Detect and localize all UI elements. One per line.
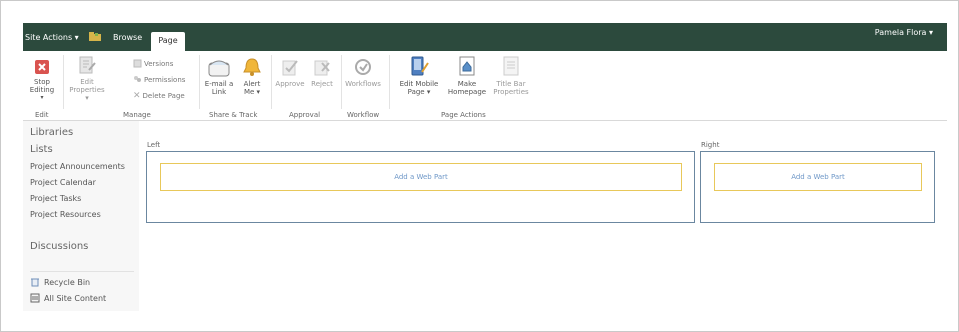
user-menu[interactable]: Pamela Flora ▾ [875, 28, 933, 37]
group-label-manage: Manage [123, 111, 151, 119]
edit-mobile-page-label-2: Page ▾ [407, 88, 431, 96]
permissions-icon [134, 76, 141, 82]
stop-editing-button[interactable]: Stop Editing ▾ [23, 59, 61, 102]
nav-discussions[interactable]: Discussions [30, 241, 88, 252]
edit-properties-button[interactable]: Edit Properties ▾ [67, 55, 107, 102]
add-web-part-right[interactable]: Add a Web Part [714, 163, 922, 191]
edit-mobile-page-button[interactable]: Edit Mobile Page ▾ [397, 55, 441, 96]
title-bar-properties-icon [503, 56, 519, 76]
alert-me-label-2: Me ▾ [243, 88, 261, 96]
workflows-icon [355, 59, 371, 75]
nav-item-project-resources[interactable]: Project Resources [30, 210, 101, 219]
make-homepage-icon [459, 56, 475, 76]
zone-left: Add a Web Part [146, 151, 695, 223]
nav-item-project-announcements[interactable]: Project Announcements [30, 162, 125, 171]
quick-launch: Libraries Lists Project Announcements Pr… [23, 121, 139, 311]
stop-editing-icon [35, 60, 49, 74]
tab-page[interactable]: Page [151, 32, 185, 51]
nav-item-project-tasks[interactable]: Project Tasks [30, 194, 81, 203]
group-label-share-track: Share & Track [209, 111, 258, 119]
navigate-up-icon[interactable] [89, 32, 101, 41]
versions-label: Versions [144, 59, 174, 68]
group-label-workflow: Workflow [347, 111, 380, 119]
ribbon-separator [341, 55, 342, 109]
permissions-label: Permissions [144, 75, 186, 84]
ribbon-separator [389, 55, 390, 109]
make-homepage-button[interactable]: Make Homepage [447, 55, 487, 96]
delete-page-button[interactable]: ✕ Delete Page [133, 91, 185, 101]
workflows-label: Workflows [345, 80, 381, 88]
make-homepage-label-1: Make [457, 80, 477, 88]
alert-me-button[interactable]: Alert Me ▾ [239, 57, 265, 96]
page-frame: Site Actions ▾ Browse Page Pamela Flora … [0, 0, 959, 332]
all-site-content-icon [30, 293, 40, 303]
email-link-label-2: Link [211, 88, 227, 96]
approve-label: Approve [275, 80, 305, 88]
edit-properties-icon [79, 56, 96, 74]
zone-left-label: Left [147, 141, 161, 149]
nav-divider [30, 271, 134, 272]
edit-mobile-page-icon [411, 56, 429, 76]
site-actions-menu[interactable]: Site Actions ▾ [25, 33, 79, 42]
ribbon: Stop Editing ▾ Edit Properties ▾ Version… [23, 51, 947, 121]
email-icon [208, 60, 230, 77]
title-bar-properties-label-1: Title Bar [496, 80, 526, 88]
versions-icon [133, 59, 142, 68]
nav-all-site-content[interactable]: All Site Content [30, 293, 106, 303]
approve-button[interactable]: Approve [275, 57, 305, 88]
approve-icon [282, 60, 298, 76]
add-web-part-left-label: Add a Web Part [394, 173, 448, 181]
alert-me-label-1: Alert [243, 80, 261, 88]
delete-icon: ✕ [133, 91, 141, 101]
nav-libraries[interactable]: Libraries [30, 127, 73, 138]
make-homepage-label-2: Homepage [447, 88, 487, 96]
reject-button[interactable]: Reject [309, 57, 335, 88]
stop-editing-label: Stop Editing [29, 78, 55, 94]
nav-item-project-calendar[interactable]: Project Calendar [30, 178, 96, 187]
edit-mobile-page-label-1: Edit Mobile [399, 80, 439, 88]
permissions-button[interactable]: Permissions [133, 75, 185, 84]
group-label-edit: Edit [35, 111, 49, 119]
add-web-part-left[interactable]: Add a Web Part [160, 163, 682, 191]
recycle-bin-label: Recycle Bin [44, 277, 91, 287]
nav-lists[interactable]: Lists [30, 144, 53, 155]
edit-properties-label-1: Edit [80, 78, 94, 86]
email-link-button[interactable]: E-mail a Link [203, 59, 235, 96]
workflows-button[interactable]: Workflows [345, 57, 381, 88]
tab-browse[interactable]: Browse [113, 33, 142, 42]
ribbon-separator [63, 55, 64, 109]
edit-properties-label-2: Properties ▾ [69, 86, 105, 102]
nav-recycle-bin[interactable]: Recycle Bin [30, 277, 90, 287]
zone-right: Add a Web Part [700, 151, 935, 223]
title-bar-properties-label-2: Properties [493, 88, 529, 96]
versions-button[interactable]: Versions [133, 59, 173, 68]
ribbon-separator [199, 55, 200, 109]
title-bar-properties-button[interactable]: Title Bar Properties [491, 55, 531, 96]
top-bar: Site Actions ▾ Browse Page Pamela Flora … [23, 23, 947, 51]
reject-label: Reject [311, 80, 333, 88]
alert-bell-icon [243, 58, 261, 76]
group-label-approval: Approval [289, 111, 321, 119]
zone-right-label: Right [701, 141, 720, 149]
delete-page-label: Delete Page [142, 92, 185, 100]
add-web-part-right-label: Add a Web Part [791, 173, 845, 181]
ribbon-separator [271, 55, 272, 109]
all-site-content-label: All Site Content [44, 293, 107, 303]
reject-icon [314, 60, 330, 76]
group-label-page-actions: Page Actions [441, 111, 486, 119]
recycle-bin-icon [31, 278, 39, 287]
email-link-label-1: E-mail a [204, 80, 234, 88]
